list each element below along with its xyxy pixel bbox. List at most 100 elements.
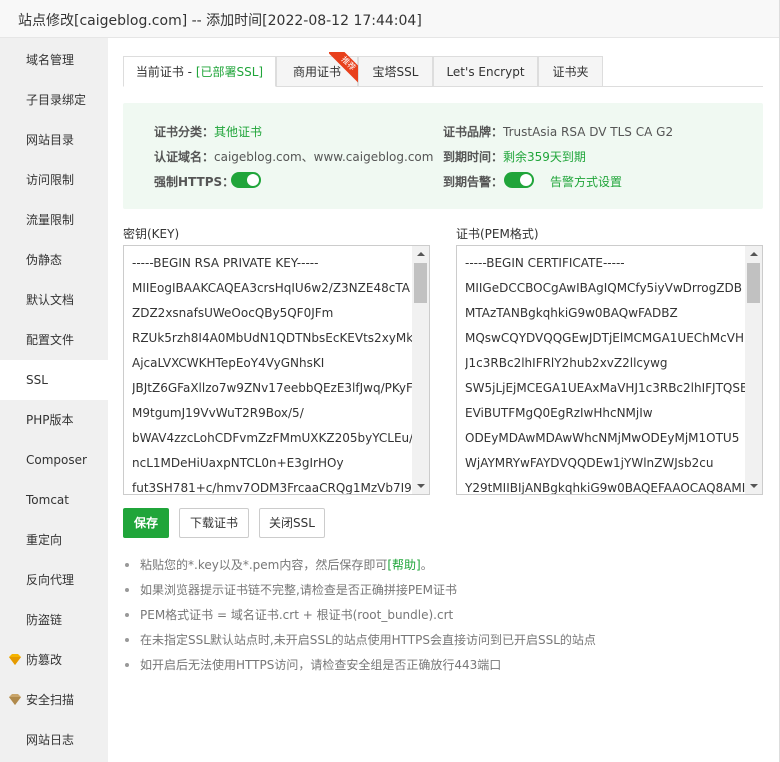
cert-line: SW5jLjEjMCEGA1UEAxMaVHJ1c3RBc2lhIFJTQSB <box>465 381 747 395</box>
sidebar-item-label: 安全扫描 <box>26 693 75 707</box>
cert-brand: 证书品牌：TrustAsia RSA DV TLS CA G2 <box>443 123 673 140</box>
recommend-ribbon: 推荐 <box>329 52 361 84</box>
key-line: bWAV4zzcLohCDFvmZzFMmUXKZ205byYCLEu/ <box>132 431 414 445</box>
diamond-icon <box>9 654 21 665</box>
expire-alert-toggle[interactable] <box>504 172 534 188</box>
help-tips: 粘贴您的*.key以及*.pem内容，然后保存即可[帮助]。 如果浏览器提示证书… <box>123 556 763 681</box>
sidebar-item-site-dir[interactable]: 网站目录 <box>0 120 108 160</box>
scroll-down-icon[interactable] <box>750 484 758 488</box>
sidebar-item-label: Tomcat <box>26 493 69 507</box>
sidebar-item-label: 访问限制 <box>26 173 75 187</box>
sidebar-item-domain[interactable]: 域名管理 <box>0 40 108 80</box>
help-link[interactable]: [帮助] <box>387 558 420 572</box>
sidebar-item-composer[interactable]: Composer <box>0 440 108 480</box>
ssl-status-label: [已部署SSL] <box>195 65 264 79</box>
key-line: MIIEogIBAAKCAQEA3crsHqIU6w2/Z3NZE48cTA <box>132 281 410 295</box>
cert-line: Y29tMIIBIjANBgkqhkiG9w0BAQEFAAOCAQ8AMI <box>465 481 746 495</box>
sidebar-item-ssl[interactable]: SSL <box>0 360 108 400</box>
cert-info-panel: 证书分类：其他证书 认证域名：caigeblog.com、www.caigebl… <box>123 103 763 209</box>
sidebar-item-redirect[interactable]: 重定向 <box>0 520 108 560</box>
scroll-up-icon[interactable] <box>417 252 425 256</box>
tip-item: 如开启后无法使用HTTPS访问，请检查安全组是否正确放行443端口 <box>123 656 763 681</box>
sidebar-item-label: 防篡改 <box>26 653 63 667</box>
sidebar-item-security-scan[interactable]: 安全扫描 <box>0 680 108 720</box>
download-cert-button[interactable]: 下载证书 <box>179 508 249 538</box>
info-label: 到期告警： <box>443 175 504 189</box>
sidebar-item-label: 反向代理 <box>26 573 75 587</box>
info-label: 强制HTTPS： <box>154 175 235 189</box>
close-ssl-button[interactable]: 关闭SSL <box>259 508 325 538</box>
cert-line: WjAYMRYwFAYDVQQDEw1jYWlnZWJsb2cu <box>465 456 714 470</box>
sidebar-item-label: 网站目录 <box>26 133 75 147</box>
info-label: 认证域名： <box>154 150 215 164</box>
info-label: 证书分类： <box>154 125 215 139</box>
cert-line: -----BEGIN CERTIFICATE----- <box>465 256 625 270</box>
sidebar-item-label: 默认文档 <box>26 293 75 307</box>
alert-method-link[interactable]: 告警方式设置 <box>550 173 622 190</box>
sidebar-item-reverse-proxy[interactable]: 反向代理 <box>0 560 108 600</box>
sidebar: 域名管理 子目录绑定 网站目录 访问限制 流量限制 伪静态 默认文档 配置文件 … <box>0 38 108 762</box>
key-content: -----BEGIN RSA PRIVATE KEY----- MIIEogIB… <box>132 251 414 495</box>
key-line: RZUk5rzh8I4A0MbUdN1QDTNbsEcKEVts2xyMk/ <box>132 331 414 345</box>
tip-text-end: 。 <box>420 558 433 572</box>
tip-text: 在未指定SSL默认站点时,未开启SSL的站点使用HTTPS会直接访问到已开启SS… <box>140 633 596 647</box>
key-line: AjcaLVXCWKHTepEoY4VyGNhsKI <box>132 356 325 370</box>
cert-label: 证书(PEM格式) <box>456 227 539 241</box>
sidebar-item-label: Composer <box>26 453 87 467</box>
tab-label: 当前证书 - <box>135 65 196 79</box>
scroll-thumb[interactable] <box>747 263 760 303</box>
tip-item: 如果浏览器提示证书链不完整,请检查是否正确拼接PEM证书 <box>123 581 763 606</box>
info-value: 其他证书 <box>214 125 263 139</box>
diamond-icon <box>9 694 21 705</box>
sidebar-item-label: 防盗链 <box>26 613 63 627</box>
sidebar-item-tamper-proof[interactable]: 防篡改 <box>0 640 108 680</box>
key-label: 密钥(KEY) <box>123 227 180 241</box>
tip-item: 在未指定SSL默认站点时,未开启SSL的站点使用HTTPS会直接访问到已开启SS… <box>123 631 763 656</box>
force-https-row: 强制HTTPS： <box>154 173 234 190</box>
key-line: ncL1MDeHiUaxpNTCL0n+E3gIrHOy <box>132 456 344 470</box>
sidebar-item-tomcat[interactable]: Tomcat <box>0 480 108 520</box>
tab-lets-encrypt[interactable]: Let's Encrypt <box>433 56 538 87</box>
sidebar-item-rewrite[interactable]: 伪静态 <box>0 240 108 280</box>
sidebar-item-label: PHP版本 <box>26 413 74 427</box>
sidebar-item-label: 重定向 <box>26 533 63 547</box>
tip-item: PEM格式证书 = 域名证书.crt + 根证书(root_bundle).cr… <box>123 606 763 631</box>
save-button[interactable]: 保存 <box>123 508 169 538</box>
ribbon-label: 推荐 <box>329 52 361 84</box>
sidebar-item-site-log[interactable]: 网站日志 <box>0 720 108 760</box>
tab-current-cert[interactable]: 当前证书 - [已部署SSL] <box>123 56 276 87</box>
cert-line: EViBUTFMgQ0EgRzIwHhcNMjIw <box>465 406 653 420</box>
cert-textarea[interactable]: -----BEGIN CERTIFICATE----- MIIGeDCCBOCg… <box>456 245 763 495</box>
scroll-down-icon[interactable] <box>417 484 425 488</box>
window-titlebar: 站点修改[caigeblog.com] -- 添加时间[2022-08-12 1… <box>0 0 780 38</box>
cert-category: 证书分类：其他证书 <box>154 123 262 140</box>
tab-baota-ssl[interactable]: 宝塔SSL <box>358 56 433 87</box>
sidebar-item-label: 伪静态 <box>26 253 63 267</box>
tip-text: PEM格式证书 = 域名证书.crt + 根证书(root_bundle).cr… <box>140 608 454 622</box>
key-textarea[interactable]: -----BEGIN RSA PRIVATE KEY----- MIIEogIB… <box>123 245 430 495</box>
sidebar-item-hotlink[interactable]: 防盗链 <box>0 600 108 640</box>
sidebar-item-label: 网站日志 <box>26 733 75 747</box>
tab-label: 证书夹 <box>552 65 589 79</box>
expire-alert-row: 到期告警： <box>443 173 503 190</box>
sidebar-item-traffic-limit[interactable]: 流量限制 <box>0 200 108 240</box>
scroll-up-icon[interactable] <box>750 252 758 256</box>
tab-cert-folder[interactable]: 证书夹 <box>538 56 603 87</box>
sidebar-item-default-doc[interactable]: 默认文档 <box>0 280 108 320</box>
sidebar-item-label: 子目录绑定 <box>26 93 87 107</box>
cert-domains: 认证域名：caigeblog.com、www.caigeblog.com <box>154 148 433 165</box>
key-scrollbar[interactable] <box>412 246 429 494</box>
force-https-toggle[interactable] <box>231 172 261 188</box>
key-line: fut3SH781+c/hmv7ODM3FrcaaCRQg1MzVb7I9x <box>132 481 414 495</box>
sidebar-item-subdir[interactable]: 子目录绑定 <box>0 80 108 120</box>
info-value: TrustAsia RSA DV TLS CA G2 <box>503 125 674 139</box>
sidebar-item-access-limit[interactable]: 访问限制 <box>0 160 108 200</box>
sidebar-item-label: SSL <box>26 373 48 387</box>
tip-item: 粘贴您的*.key以及*.pem内容，然后保存即可[帮助]。 <box>123 556 763 581</box>
cert-scrollbar[interactable] <box>745 246 762 494</box>
sidebar-item-php-version[interactable]: PHP版本 <box>0 400 108 440</box>
scroll-thumb[interactable] <box>414 263 427 303</box>
cert-content: -----BEGIN CERTIFICATE----- MIIGeDCCBOCg… <box>465 251 747 495</box>
sidebar-item-config-file[interactable]: 配置文件 <box>0 320 108 360</box>
tip-text: 粘贴您的*.key以及*.pem内容，然后保存即可 <box>140 558 388 572</box>
